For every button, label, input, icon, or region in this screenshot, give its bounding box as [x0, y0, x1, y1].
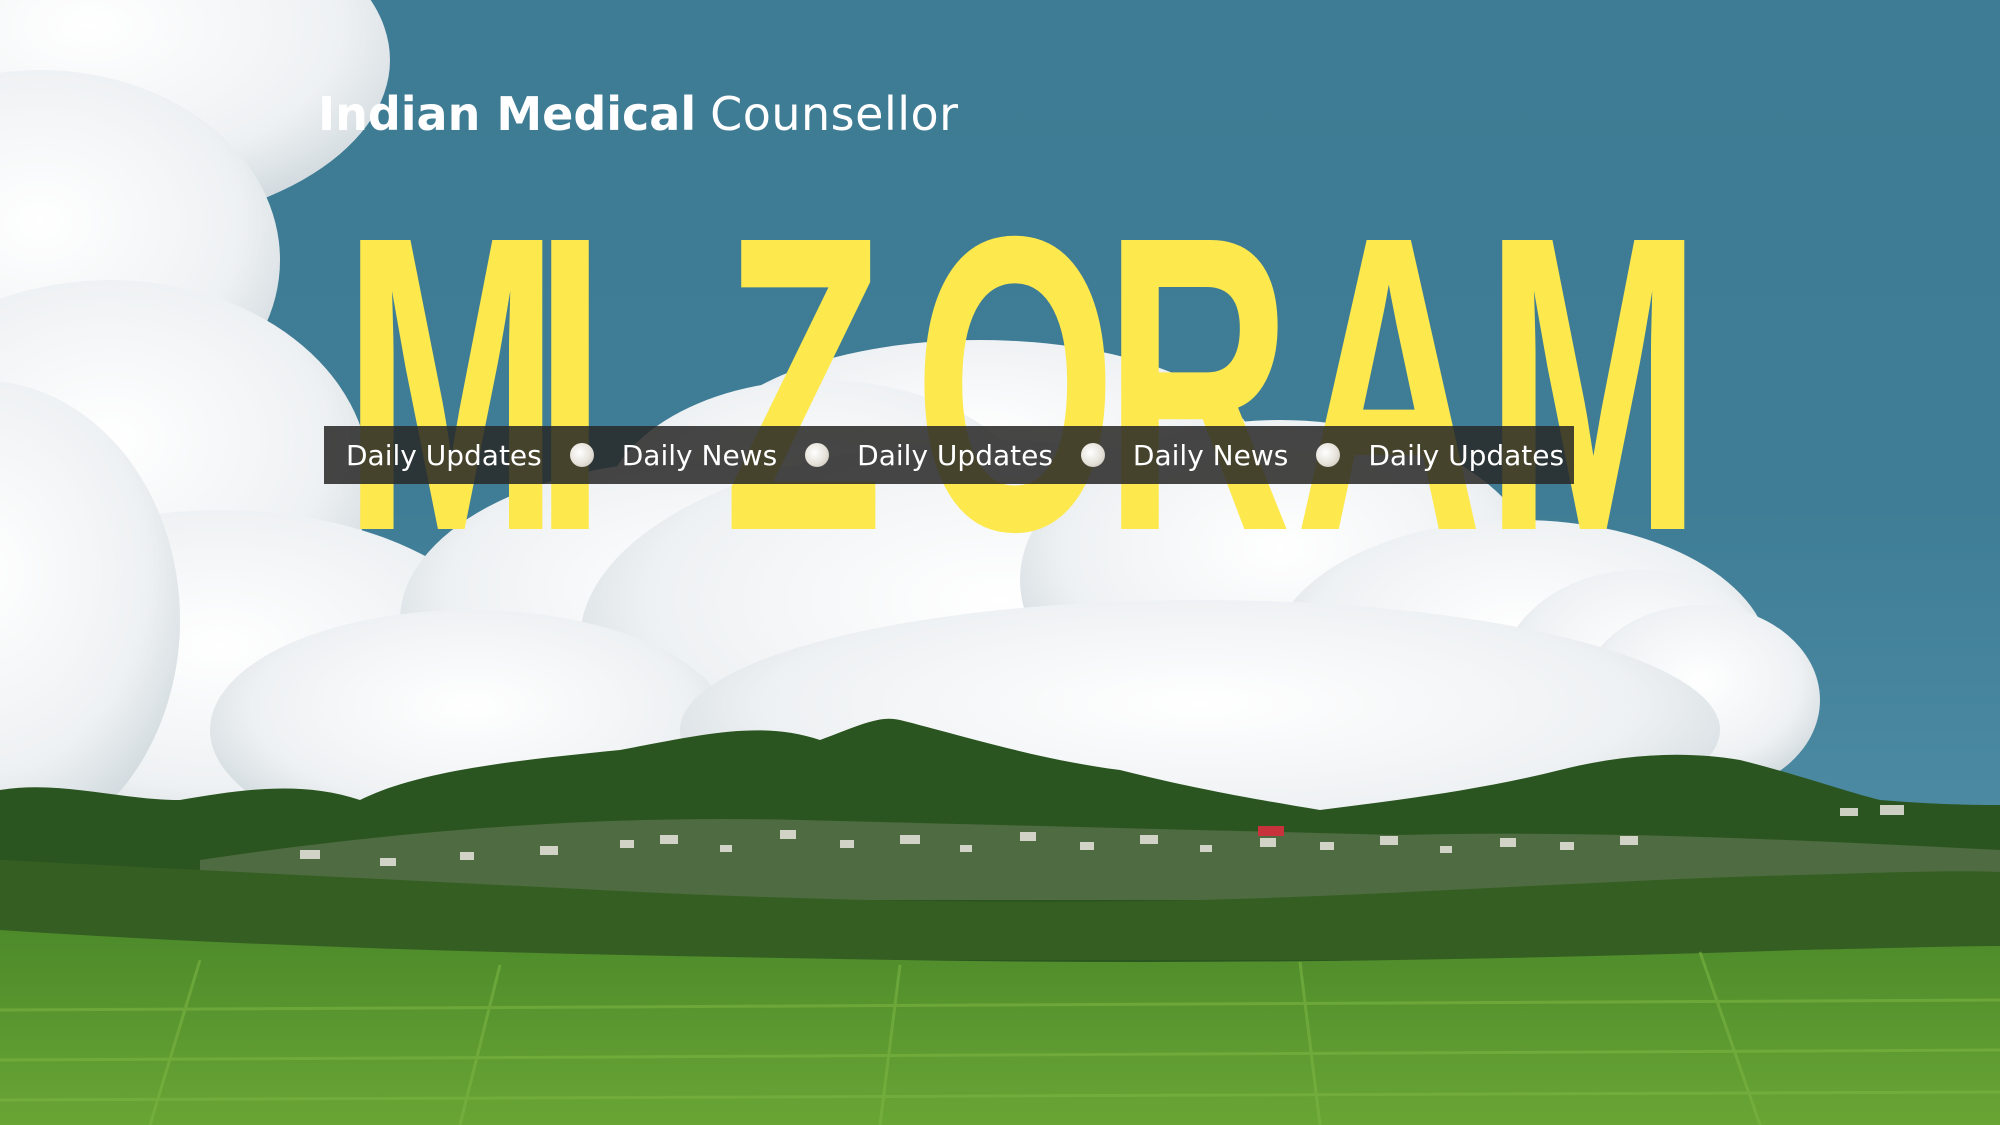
headline-letter: I: [534, 150, 607, 619]
ticker-item: Daily Updates: [857, 438, 1053, 472]
headline-title: M I Z O R A M: [320, 150, 1702, 619]
headline-letter: O: [913, 150, 1117, 619]
ticker-item: Daily Updates: [346, 438, 542, 472]
ticker-item: Daily Updates: [1368, 438, 1565, 472]
ticker-separator-icon: [1080, 443, 1105, 467]
brand-logo: Indian Medical Counsellor: [318, 86, 959, 142]
ticker-item: Daily News: [621, 438, 778, 472]
brand-name-bold: Indian Medical: [318, 87, 697, 141]
headline-letter: R: [1104, 150, 1293, 619]
headline-letter: M: [1484, 150, 1702, 619]
ticker-separator-icon: [569, 443, 594, 467]
ticker-separator-icon: [1316, 443, 1341, 467]
ticker-item: Daily News: [1132, 438, 1289, 472]
ticker-separator-icon: [805, 443, 830, 467]
news-ticker: Daily Updates Daily News Daily Updates D…: [324, 426, 1574, 484]
headline-letter: M: [342, 150, 560, 619]
red-roof: [1258, 826, 1284, 836]
hero-banner: Indian Medical Counsellor M I Z O R A M D…: [0, 0, 2000, 1125]
brand-name-light: Counsellor: [710, 87, 959, 141]
headline-letter: Z: [723, 150, 883, 619]
headline-letter: A: [1294, 150, 1483, 619]
